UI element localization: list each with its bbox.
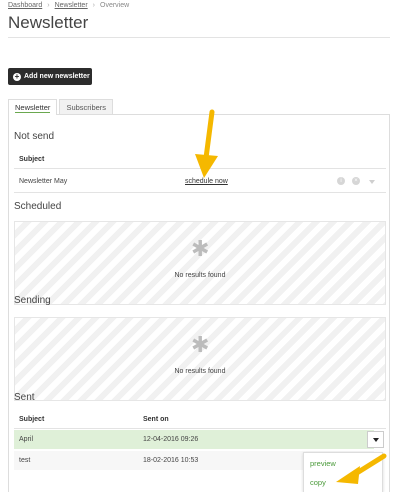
add-newsletter-button[interactable]: + Add new newsletter xyxy=(8,68,92,85)
table-cell-subject: April xyxy=(19,436,34,443)
tab-subscribers[interactable]: Subscribers xyxy=(59,99,114,114)
empty-state-scheduled: ✱ No results found xyxy=(14,221,386,305)
plus-circle-icon: + xyxy=(13,71,21,81)
section-title-scheduled: Scheduled xyxy=(14,201,62,212)
table-cell-subject: test xyxy=(19,457,31,464)
empty-state-text: No results found xyxy=(174,272,226,279)
breadcrumb: Dashboard › Newsletter › Overview xyxy=(8,2,129,9)
breadcrumb-overview: Overview xyxy=(100,2,130,9)
empty-asterisk-icon: ✱ xyxy=(191,236,210,261)
table-divider xyxy=(14,192,386,193)
column-header-sent-on: Sent on xyxy=(143,416,169,423)
tab-newsletter[interactable]: Newsletter xyxy=(8,99,58,115)
table-cell-sent-on: 12-04-2016 09:26 xyxy=(143,436,199,443)
empty-asterisk-icon: ✱ xyxy=(191,332,210,357)
breadcrumb-separator: › xyxy=(47,2,50,9)
breadcrumb-separator: › xyxy=(92,2,96,9)
column-header-subject: Subject xyxy=(19,416,45,423)
menu-item-copy[interactable]: copy xyxy=(310,478,326,487)
table-divider xyxy=(14,428,386,429)
delete-circle-icon[interactable]: × xyxy=(352,177,360,185)
annotation-arrow-icon xyxy=(336,453,387,484)
page-title: Newsletter xyxy=(8,13,89,32)
title-divider xyxy=(8,37,390,38)
row-actions-dropdown-button[interactable] xyxy=(367,431,384,448)
tab-bar: Newsletter Subscribers xyxy=(8,99,115,115)
table-row[interactable]: April 12-04-2016 09:26 xyxy=(14,430,374,449)
empty-state-sending: ✱ No results found xyxy=(14,317,386,401)
chevron-down-icon[interactable] xyxy=(369,180,375,184)
table-cell-sent-on: 18-02-2016 10:53 xyxy=(143,457,199,464)
breadcrumb-newsletter[interactable]: Newsletter xyxy=(55,2,88,9)
tab-newsletter-label: Newsletter xyxy=(15,102,51,113)
section-title-sending: Sending xyxy=(14,295,51,306)
info-circle-icon[interactable]: i xyxy=(337,177,345,185)
empty-state-text: No results found xyxy=(174,368,226,375)
chevron-down-icon xyxy=(373,438,379,442)
table-cell-subject: Newsletter May xyxy=(19,178,68,185)
section-title-not-send: Not send xyxy=(14,131,55,142)
add-newsletter-label: Add new newsletter xyxy=(24,73,90,80)
tab-subscribers-label: Subscribers xyxy=(66,102,107,112)
section-title-sent: Sent xyxy=(14,392,35,403)
column-header-subject: Subject xyxy=(19,156,45,163)
annotation-arrow-icon xyxy=(195,109,218,178)
breadcrumb-dashboard[interactable]: Dashboard xyxy=(8,2,42,9)
